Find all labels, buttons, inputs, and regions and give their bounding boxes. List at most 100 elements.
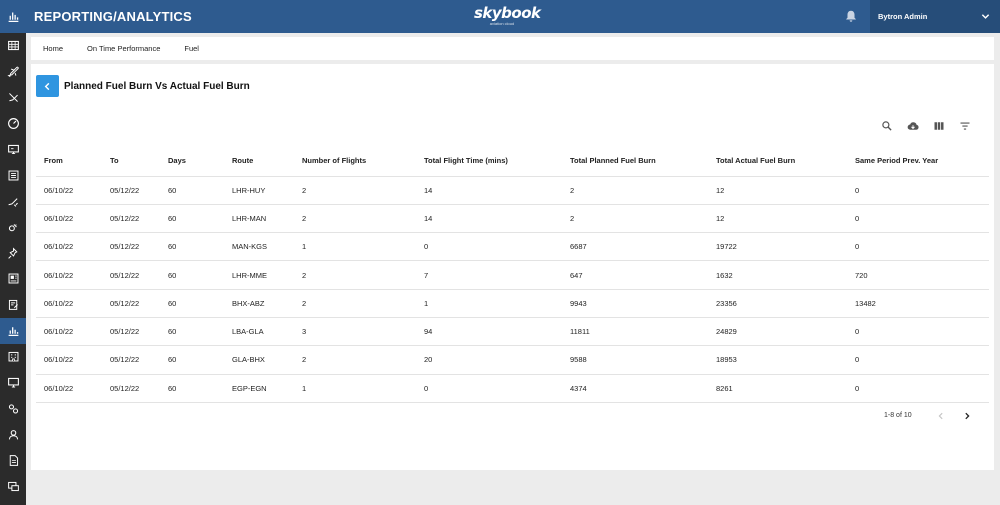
table-cell: 2 [562, 204, 708, 234]
filter-button[interactable] [958, 119, 971, 132]
user-menu[interactable]: Bytron Admin [870, 0, 1000, 33]
sidebar-item-gauge[interactable] [0, 111, 26, 137]
monitor-icon [7, 144, 19, 155]
table-toolbar [878, 119, 978, 133]
sidebar-item-plane-tools[interactable] [0, 188, 26, 214]
columns-button[interactable] [932, 119, 945, 132]
table-cell: 1 [416, 289, 562, 318]
prev-page-button[interactable] [936, 410, 946, 422]
bar-chart-icon [8, 12, 18, 23]
sidebar-nav [0, 0, 26, 505]
chevron-down-icon [981, 14, 990, 19]
table-cell: 7 [416, 260, 562, 290]
table-cell: 0 [847, 232, 989, 262]
columns-icon [934, 121, 943, 130]
sidebar-item-document[interactable] [0, 447, 26, 473]
table-row[interactable]: 06/10/22 05/12/22 60 EGP-EGN 1 0 4374 8261 0 [36, 374, 989, 403]
breadcrumb-on-time-performance[interactable]: On Time Performance [87, 44, 160, 53]
sidebar-item-user[interactable] [0, 421, 26, 447]
bell-icon [846, 10, 856, 22]
table-cell: 60 [160, 232, 224, 262]
col-header-number-of-flights[interactable]: Number of Flights [294, 145, 416, 177]
back-button[interactable] [36, 75, 59, 97]
breadcrumb-fuel[interactable]: Fuel [184, 44, 199, 53]
search-button[interactable] [880, 119, 893, 132]
table-cell: LHR-MAN [224, 204, 294, 234]
sidebar-item-grid[interactable] [0, 33, 26, 59]
table-cell: 14 [416, 204, 562, 234]
sidebar-item-clipboard-edit[interactable] [0, 292, 26, 318]
user-icon [8, 429, 18, 440]
sidebar-item-screens[interactable] [0, 473, 26, 499]
table-cell: 60 [160, 176, 224, 205]
table-cell: 0 [847, 374, 989, 403]
table-cell: 05/12/22 [102, 204, 160, 234]
table-row[interactable]: 06/10/22 05/12/22 60 LHR-MME 2 7 647 1632 720 [36, 260, 989, 290]
sidebar-item-list[interactable] [0, 162, 26, 188]
building-icon [8, 352, 18, 362]
table-cell: 06/10/22 [36, 260, 102, 290]
breadcrumb: Home On Time Performance Fuel [31, 37, 994, 60]
col-header-from[interactable]: From [36, 145, 102, 177]
notifications-button[interactable] [844, 9, 858, 23]
sidebar-item-weather[interactable] [0, 214, 26, 240]
table-row[interactable]: 06/10/22 05/12/22 60 LHR-MAN 2 14 2 12 0 [36, 204, 989, 234]
analytics-icon [8, 327, 18, 337]
col-header-days[interactable]: Days [160, 145, 224, 177]
table-cell: 06/10/22 [36, 317, 102, 347]
col-header-route[interactable]: Route [224, 145, 294, 177]
sidebar-item-plane[interactable] [0, 59, 26, 85]
pagination: 1-8 of 10 [884, 410, 974, 422]
gauge-icon [7, 118, 19, 130]
table-cell: 60 [160, 345, 224, 375]
col-header-total-flight-time[interactable]: Total Flight Time (mins) [416, 145, 562, 177]
table-cell: 9943 [562, 289, 708, 318]
table-cell: 2 [294, 289, 416, 318]
download-button[interactable] [906, 119, 919, 132]
next-page-button[interactable] [962, 410, 972, 422]
brand-logo: skybook aviation cloud [474, 6, 541, 27]
sidebar-item-news[interactable] [0, 266, 26, 292]
col-header-total-actual-fuel-burn[interactable]: Total Actual Fuel Burn [708, 145, 847, 177]
table-row[interactable]: 06/10/22 05/12/22 60 MAN-KGS 1 0 6687 19722 0 [36, 232, 989, 262]
brand-tagline: aviation cloud [489, 21, 515, 26]
clipboard-edit-icon [8, 300, 18, 311]
col-header-same-period-prev-year[interactable]: Same Period Prev. Year [847, 145, 989, 177]
page-title: Planned Fuel Burn Vs Actual Fuel Burn [64, 81, 250, 92]
sidebar-item-cogs[interactable] [0, 395, 26, 421]
search-icon [881, 120, 892, 131]
table-cell: 14 [416, 176, 562, 205]
sidebar-item-monitor[interactable] [0, 137, 26, 163]
col-header-total-planned-fuel-burn[interactable]: Total Planned Fuel Burn [562, 145, 708, 177]
pin-icon [7, 247, 18, 259]
table-cell: 0 [847, 204, 989, 234]
table-cell: 60 [160, 317, 224, 347]
breadcrumb-home[interactable]: Home [43, 44, 63, 53]
sidebar-item-plane-crossed[interactable] [0, 85, 26, 111]
chevron-right-icon [965, 412, 970, 420]
news-icon [8, 273, 18, 284]
table-row[interactable]: 06/10/22 05/12/22 60 BHX-ABZ 2 1 9943 23356 1348… [36, 289, 989, 318]
table-cell: 05/12/22 [102, 176, 160, 205]
table-row[interactable]: 06/10/22 05/12/22 60 LBA-GLA 3 94 11811 24829 0 [36, 317, 989, 347]
sidebar-item-analytics[interactable] [0, 317, 26, 344]
grid-icon [7, 41, 19, 51]
table-cell: 06/10/22 [36, 204, 102, 234]
table-cell: LHR-HUY [224, 176, 294, 205]
table-cell: 0 [847, 317, 989, 347]
table-cell: 8261 [708, 374, 847, 403]
plane-icon [6, 67, 19, 78]
col-header-to[interactable]: To [102, 145, 160, 177]
table-row[interactable]: 06/10/22 05/12/22 60 GLA-BHX 2 20 9588 18953 0 [36, 345, 989, 375]
table-cell: 12 [708, 204, 847, 234]
table-cell: 18953 [708, 345, 847, 375]
sidebar-item-pin[interactable] [0, 240, 26, 266]
sidebar-item-display[interactable] [0, 370, 26, 396]
sidebar-item-building[interactable] [0, 344, 26, 370]
plane-tools-icon [7, 198, 18, 207]
table-cell: 0 [416, 232, 562, 262]
table-cell: 94 [416, 317, 562, 347]
table-cell: MAN-KGS [224, 232, 294, 262]
table-row[interactable]: 06/10/22 05/12/22 60 LHR-HUY 2 14 2 12 0 [36, 176, 989, 205]
app-logo[interactable] [0, 0, 26, 33]
